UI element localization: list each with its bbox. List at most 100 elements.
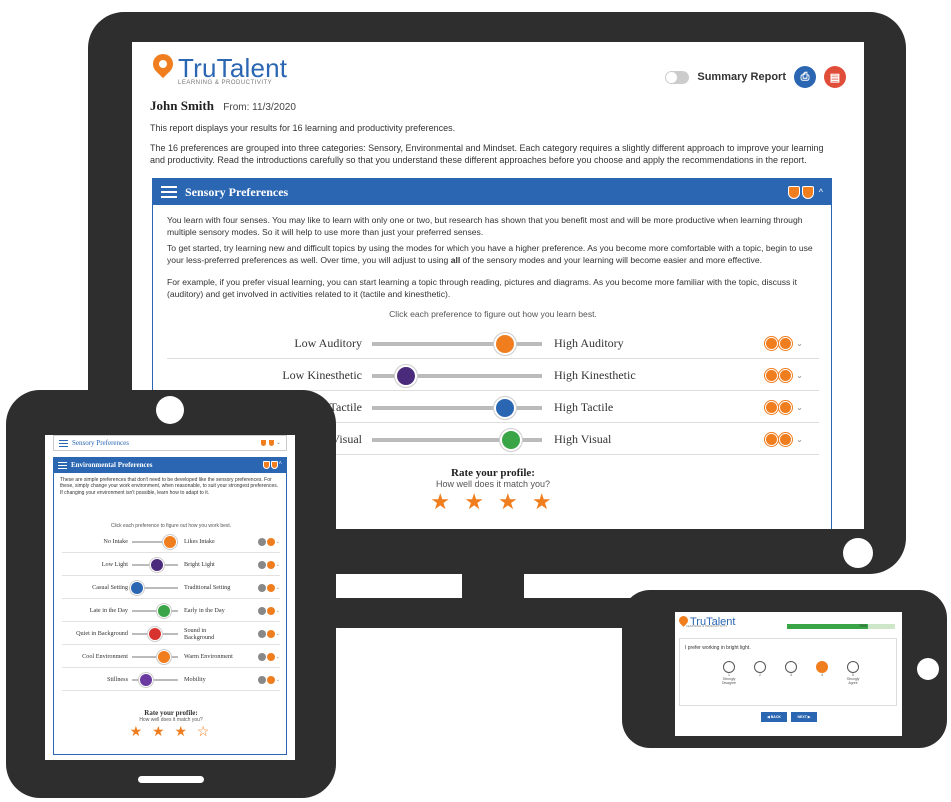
radio-circle-icon[interactable]: [754, 661, 766, 673]
answer-option[interactable]: 5 Strongly Agree: [844, 661, 862, 685]
thumbs-up-icon[interactable]: [765, 337, 779, 350]
thumbs-up-icon[interactable]: [765, 433, 779, 446]
chevron-down-icon[interactable]: ⌄: [276, 585, 280, 591]
panel-paragraph-3: For example, if you prefer visual learni…: [167, 277, 798, 299]
radio-circle-icon[interactable]: [816, 661, 828, 673]
preference-knob-icon: [395, 364, 417, 387]
chevron-down-icon[interactable]: ⌄: [276, 608, 280, 614]
row-icons: ⌄: [257, 560, 280, 569]
radio-circle-icon[interactable]: [785, 661, 797, 673]
preference-row[interactable]: Low Auditory High Auditory ⌄: [167, 329, 819, 359]
chevron-down-icon[interactable]: ⌄: [276, 631, 280, 637]
badge-icon[interactable]: [259, 439, 267, 447]
answer-option[interactable]: 2: [751, 661, 769, 685]
thumbs-up-icon[interactable]: [257, 537, 266, 546]
thumbs-up-icon[interactable]: [765, 369, 779, 382]
preference-slider: [132, 603, 178, 618]
low-label: Casual Setting: [92, 584, 128, 591]
badge-icon[interactable]: [801, 185, 814, 199]
preference-row[interactable]: Quiet in Background Sound in Background ⌄: [62, 623, 280, 645]
environmental-preferences-panel: These are simple preferences that don't …: [53, 473, 287, 755]
preference-row[interactable]: No Intake Likes Intake ⌄: [62, 531, 280, 553]
summary-report-toggle[interactable]: [665, 70, 690, 84]
thumbs-up-icon[interactable]: [257, 675, 266, 684]
chevron-down-icon[interactable]: ⌄: [276, 654, 280, 660]
chevron-down-icon[interactable]: ⌄: [796, 403, 803, 412]
preference-row[interactable]: Stillness Mobility ⌄: [62, 669, 280, 691]
panel-header[interactable]: Sensory Preferences ^: [153, 179, 831, 205]
badge-icon[interactable]: [787, 185, 800, 199]
question-card: I prefer working in bright light. 1 Stron…: [679, 638, 897, 706]
book-icon[interactable]: [266, 537, 275, 546]
rating-stars[interactable]: ★ ★ ★ ☆: [54, 723, 288, 740]
badge-icon[interactable]: [262, 461, 270, 469]
thumbs-up-icon[interactable]: [257, 560, 266, 569]
chevron-up-icon[interactable]: ^: [279, 461, 283, 469]
thumbs-up-icon[interactable]: [257, 583, 266, 592]
book-icon[interactable]: [266, 675, 275, 684]
open-title: Environmental Preferences: [71, 461, 153, 469]
chevron-down-icon[interactable]: ⌄: [796, 435, 803, 444]
high-label: Likes Intake: [184, 538, 215, 545]
preference-knob-icon: [157, 603, 172, 618]
thumbs-up-icon[interactable]: [765, 401, 779, 414]
sensory-preferences-collapsed-header[interactable]: Sensory Preferences ⌄: [53, 435, 287, 451]
print-button[interactable]: ⎙: [794, 66, 816, 88]
chevron-down-icon[interactable]: ⌄: [276, 539, 280, 545]
book-icon[interactable]: [779, 337, 793, 350]
chevron-down-icon[interactable]: ⌄: [796, 339, 803, 348]
preference-row[interactable]: Cool Environment Warm Environment ⌄: [62, 646, 280, 668]
preference-row[interactable]: Late in the Day Early in the Day ⌄: [62, 600, 280, 622]
badge-icon[interactable]: [270, 461, 278, 469]
chevron-down-icon[interactable]: ⌄: [276, 439, 281, 447]
preference-slider: [132, 557, 178, 572]
pdf-button[interactable]: ▤: [824, 66, 846, 88]
navigation-buttons: ◀ BACK NEXT ▶: [761, 712, 817, 722]
next-button[interactable]: NEXT ▶: [791, 712, 817, 722]
book-icon[interactable]: [266, 606, 275, 615]
book-icon[interactable]: [266, 560, 275, 569]
chevron-down-icon[interactable]: ⌄: [276, 677, 280, 683]
book-icon[interactable]: [779, 401, 793, 414]
preference-knob-icon: [162, 534, 177, 549]
high-label: High Auditory: [554, 336, 624, 350]
rating-section: Rate your profile: How well does it matc…: [54, 709, 288, 740]
answer-option[interactable]: 1 Strongly Disagree: [720, 661, 738, 685]
row-icons: ⌄: [257, 675, 280, 684]
book-icon[interactable]: [779, 433, 793, 446]
preference-row[interactable]: Low Kinesthetic High Kinesthetic ⌄: [167, 361, 819, 391]
preference-row[interactable]: Casual Setting Traditional Setting ⌄: [62, 577, 280, 599]
chevron-down-icon[interactable]: ⌄: [796, 371, 803, 380]
monitor-stand-neck: [462, 574, 524, 620]
preference-knob-icon: [500, 428, 523, 451]
thumbs-up-icon[interactable]: [257, 606, 266, 615]
intro-line: This report displays your results for 16…: [150, 123, 456, 133]
chevron-up-icon[interactable]: ^: [819, 187, 823, 197]
badge-icon[interactable]: [267, 439, 275, 447]
answer-option[interactable]: 4: [813, 661, 831, 685]
brand-subtitle: LEARNING & PRODUCTIVITY: [686, 624, 728, 628]
preference-row[interactable]: Low Light Bright Light ⌄: [62, 554, 280, 576]
chevron-down-icon[interactable]: ⌄: [276, 562, 280, 568]
book-icon[interactable]: [266, 652, 275, 661]
answer-option[interactable]: 3: [782, 661, 800, 685]
book-icon[interactable]: [779, 369, 793, 382]
option-number: 2: [759, 673, 761, 677]
low-label: Low Auditory: [294, 336, 362, 350]
user-info: John Smith From: 11/3/2020: [150, 98, 296, 114]
book-icon[interactable]: [266, 583, 275, 592]
low-label: Low Kinesthetic: [282, 368, 362, 382]
location-pin-icon: [152, 54, 174, 82]
radio-circle-icon[interactable]: [847, 661, 859, 673]
collapsed-title: Sensory Preferences: [72, 439, 129, 447]
back-button[interactable]: ◀ BACK: [761, 712, 787, 722]
low-label: Stillness: [107, 676, 128, 683]
book-icon[interactable]: [266, 629, 275, 638]
low-label: Low Light: [101, 561, 128, 568]
click-hint: Click each preference to figure out how …: [110, 523, 232, 529]
environmental-preferences-header[interactable]: Environmental Preferences ^: [53, 457, 287, 473]
thumbs-up-icon[interactable]: [257, 652, 266, 661]
radio-circle-icon[interactable]: [723, 661, 735, 673]
monitor-power-button: [843, 538, 873, 568]
thumbs-up-icon[interactable]: [257, 629, 266, 638]
